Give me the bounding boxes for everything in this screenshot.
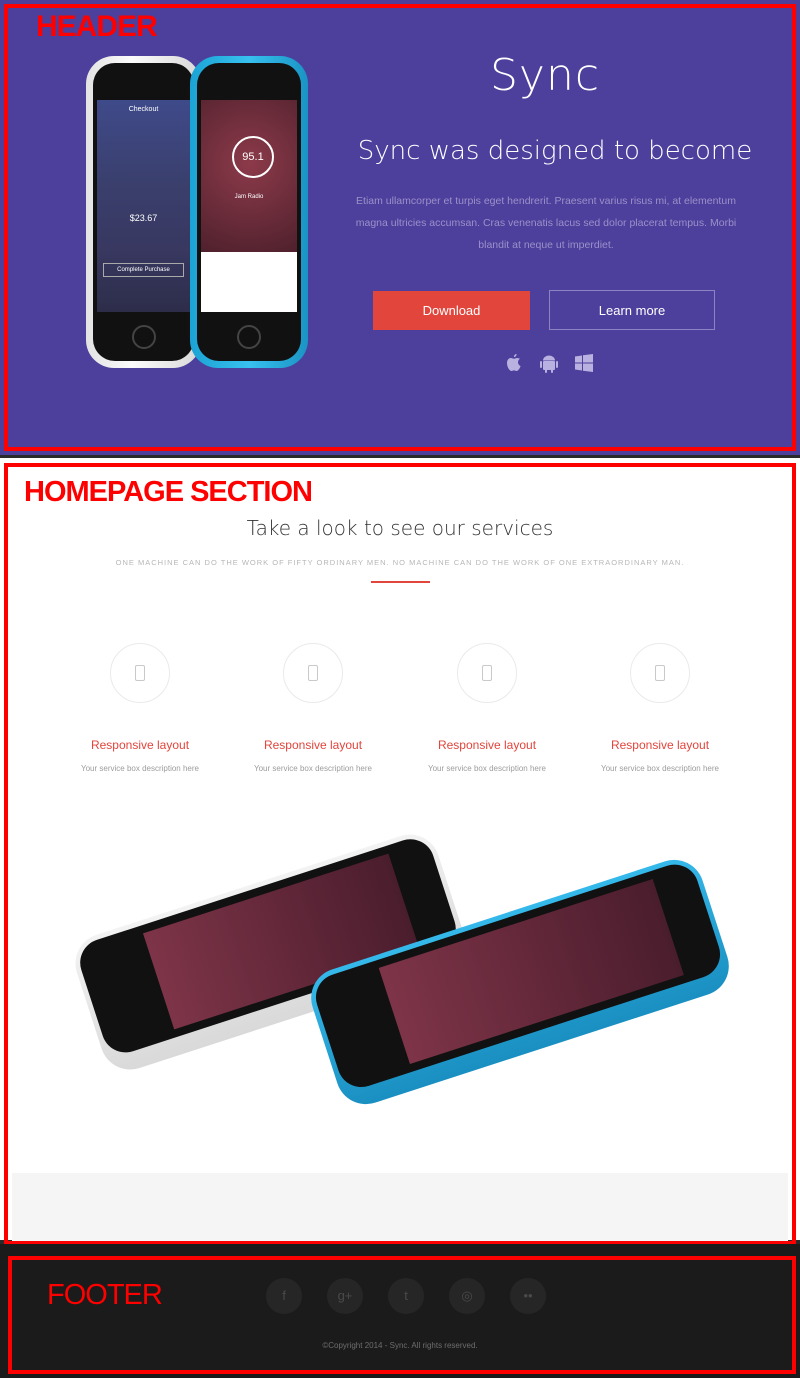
homepage-annotation-label: HOMEPAGE SECTION: [24, 476, 313, 508]
footer-annotation-frame: [8, 1256, 796, 1374]
header-annotation-frame: [4, 4, 796, 451]
homepage-annotation-frame: [4, 463, 796, 1245]
footer-annotation-label: FOOTER: [47, 1279, 163, 1311]
header-annotation-label: HEADER: [36, 10, 158, 43]
